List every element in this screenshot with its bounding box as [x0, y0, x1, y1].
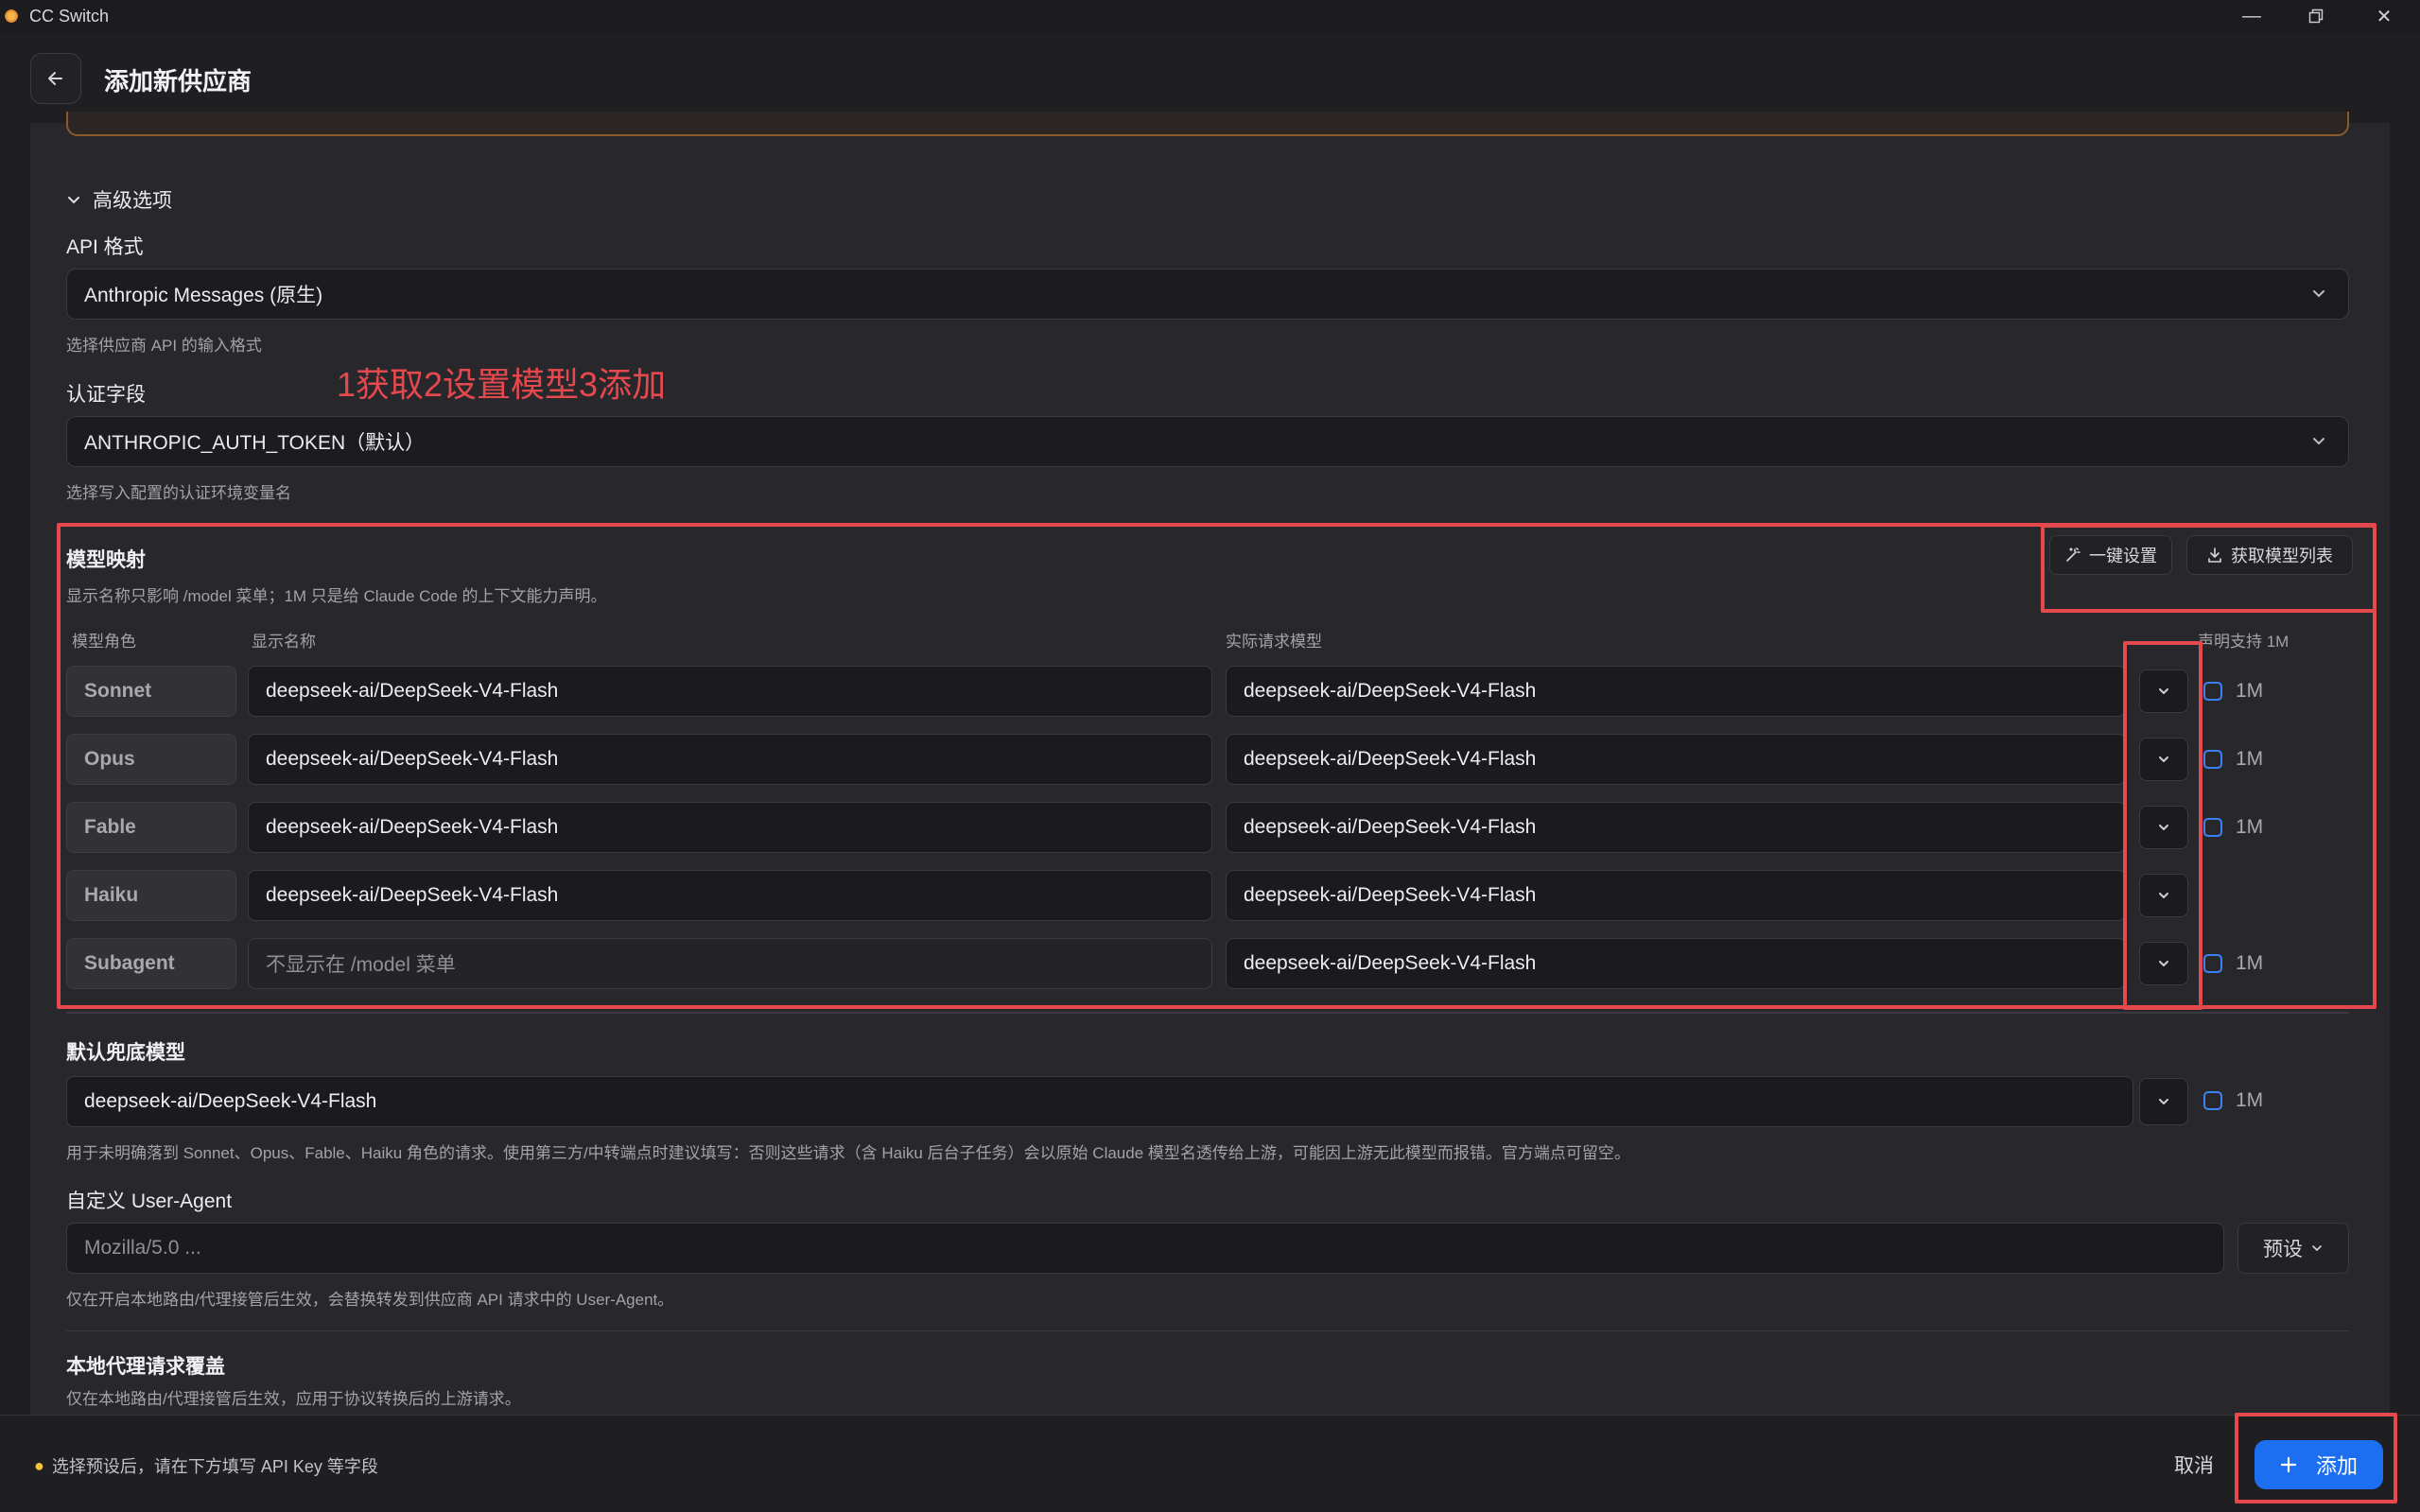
model-mapping-title: 模型映射 [66, 549, 146, 571]
arrow-left-icon [48, 72, 62, 85]
declare-1m-label-sonnet: 1M [2236, 680, 2264, 702]
model-mapping-description: 显示名称只影响 /model 菜单；1M 只是给 Claude Code 的上下… [66, 587, 607, 605]
plus-icon [2280, 1456, 2297, 1473]
preset-label: 预设 [2263, 1239, 2303, 1260]
auth-field-label: 认证字段 [66, 384, 146, 406]
footer-hint-text: 选择预设后，请在下方填写 API Key 等字段 [51, 1457, 378, 1476]
declare-1m-label-opus: 1M [2236, 748, 2264, 770]
user-agent-input[interactable]: Mozilla/5.0 ... [66, 1223, 2224, 1274]
add-button[interactable]: 添加 [2255, 1440, 2383, 1489]
page-header [0, 32, 2420, 123]
api-format-select[interactable]: Anthropic Messages (原生) [66, 269, 2349, 320]
api-format-label: API 格式 [66, 236, 144, 258]
col-header-role: 模型角色 [72, 633, 136, 651]
col-header-declare-1m: 声明支持 1M [2198, 633, 2289, 651]
api-format-value: Anthropic Messages (原生) [84, 285, 323, 306]
cancel-button[interactable]: 取消 [2153, 1447, 2235, 1483]
auth-field-hint: 选择写入配置的认证环境变量名 [66, 484, 291, 502]
app-logo-icon [4, 9, 19, 24]
role-chip-fable: Fable [66, 802, 236, 853]
col-header-display: 显示名称 [252, 633, 316, 651]
auth-field-value: ANTHROPIC_AUTH_TOKEN（默认） [84, 432, 426, 454]
actual-model-input-opus[interactable]: deepseek-ai/DeepSeek-V4-Flash [1226, 734, 2126, 785]
fetch-model-list-label: 获取模型列表 [2231, 547, 2333, 565]
back-button[interactable] [30, 53, 81, 104]
role-chip-sonnet: Sonnet [66, 666, 236, 717]
lightbulb-icon: ● [34, 1455, 44, 1475]
auth-field-select[interactable]: ANTHROPIC_AUTH_TOKEN（默认） [66, 416, 2349, 467]
fallback-1m-label: 1M [2236, 1089, 2264, 1111]
proxy-override-label: 本地代理请求覆盖 [66, 1356, 225, 1378]
add-button-label: 添加 [2315, 1454, 2358, 1478]
one-click-setup-button[interactable]: 一键设置 [2049, 535, 2172, 575]
role-chip-haiku: Haiku [66, 870, 236, 921]
actual-model-input-fable[interactable]: deepseek-ai/DeepSeek-V4-Flash [1226, 802, 2126, 853]
display-name-input-fable[interactable]: deepseek-ai/DeepSeek-V4-Flash [248, 802, 1212, 853]
user-agent-label: 自定义 User-Agent [66, 1190, 233, 1212]
annotation-text: 1获取2设置模型3添加 [337, 365, 667, 404]
advanced-options-label: 高级选项 [93, 190, 172, 212]
user-agent-preset-button[interactable]: 预设 [2237, 1223, 2349, 1274]
advanced-options-toggle[interactable]: 高级选项 [66, 185, 172, 214]
display-name-input-subagent[interactable]: 不显示在 /model 菜单 [248, 938, 1212, 989]
chevron-down-icon [68, 197, 79, 204]
display-name-input-sonnet[interactable]: deepseek-ai/DeepSeek-V4-Flash [248, 666, 1212, 717]
dropdown-column-highlight [2123, 641, 2202, 1010]
actual-model-input-sonnet[interactable]: deepseek-ai/DeepSeek-V4-Flash [1226, 666, 2126, 717]
fallback-model-input[interactable]: deepseek-ai/DeepSeek-V4-Flash [66, 1076, 2133, 1127]
chevron-down-icon [2312, 1245, 2322, 1252]
title-bar [0, 0, 2420, 32]
minimize-icon[interactable]: — [2222, 0, 2281, 32]
close-icon[interactable]: ✕ [2355, 0, 2413, 32]
fetch-model-list-button[interactable]: 获取模型列表 [2186, 535, 2353, 575]
declare-1m-checkbox-fable[interactable] [2203, 818, 2222, 837]
role-chip-subagent: Subagent [66, 938, 236, 989]
magic-wand-icon [2066, 547, 2081, 562]
section-divider [66, 1330, 2349, 1331]
api-format-hint: 选择供应商 API 的输入格式 [66, 337, 262, 355]
declare-1m-checkbox-sonnet[interactable] [2203, 682, 2222, 701]
display-name-input-haiku[interactable]: deepseek-ai/DeepSeek-V4-Flash [248, 870, 1212, 921]
footer-hint: ● 选择预设后，请在下方填写 API Key 等字段 [34, 1453, 378, 1478]
fallback-model-dropdown-button[interactable] [2139, 1078, 2188, 1125]
window-title: CC Switch [29, 7, 110, 26]
declare-1m-label-fable: 1M [2236, 816, 2264, 838]
col-header-actual: 实际请求模型 [1226, 633, 1322, 651]
proxy-override-hint: 仅在本地路由/代理接管后生效，应用于协议转换后的上游请求。 [66, 1390, 521, 1408]
fallback-model-label: 默认兜底模型 [66, 1042, 185, 1064]
warning-banner [66, 112, 2349, 136]
declare-1m-checkbox-opus[interactable] [2203, 750, 2222, 769]
role-chip-opus: Opus [66, 734, 236, 785]
actual-model-input-subagent[interactable]: deepseek-ai/DeepSeek-V4-Flash [1226, 938, 2126, 989]
restore-icon[interactable] [2287, 0, 2345, 32]
chevron-down-icon [2159, 1099, 2168, 1105]
page-title: 添加新供应商 [104, 67, 252, 96]
declare-1m-label-subagent: 1M [2236, 952, 2264, 974]
user-agent-hint: 仅在开启本地路由/代理接管后生效，会替换转发到供应商 API 请求中的 User… [66, 1291, 674, 1309]
chevron-down-icon [2310, 432, 2327, 454]
declare-1m-checkbox-subagent[interactable] [2203, 954, 2222, 973]
chevron-down-icon [2310, 285, 2327, 306]
download-icon [2208, 547, 2221, 563]
fallback-1m-checkbox[interactable] [2203, 1091, 2222, 1110]
actual-model-input-haiku[interactable]: deepseek-ai/DeepSeek-V4-Flash [1226, 870, 2126, 921]
fallback-model-hint: 用于未明确落到 Sonnet、Opus、Fable、Haiku 角色的请求。使用… [66, 1144, 1630, 1162]
display-name-input-opus[interactable]: deepseek-ai/DeepSeek-V4-Flash [248, 734, 1212, 785]
one-click-setup-label: 一键设置 [2089, 547, 2157, 565]
section-divider [66, 1012, 2349, 1014]
